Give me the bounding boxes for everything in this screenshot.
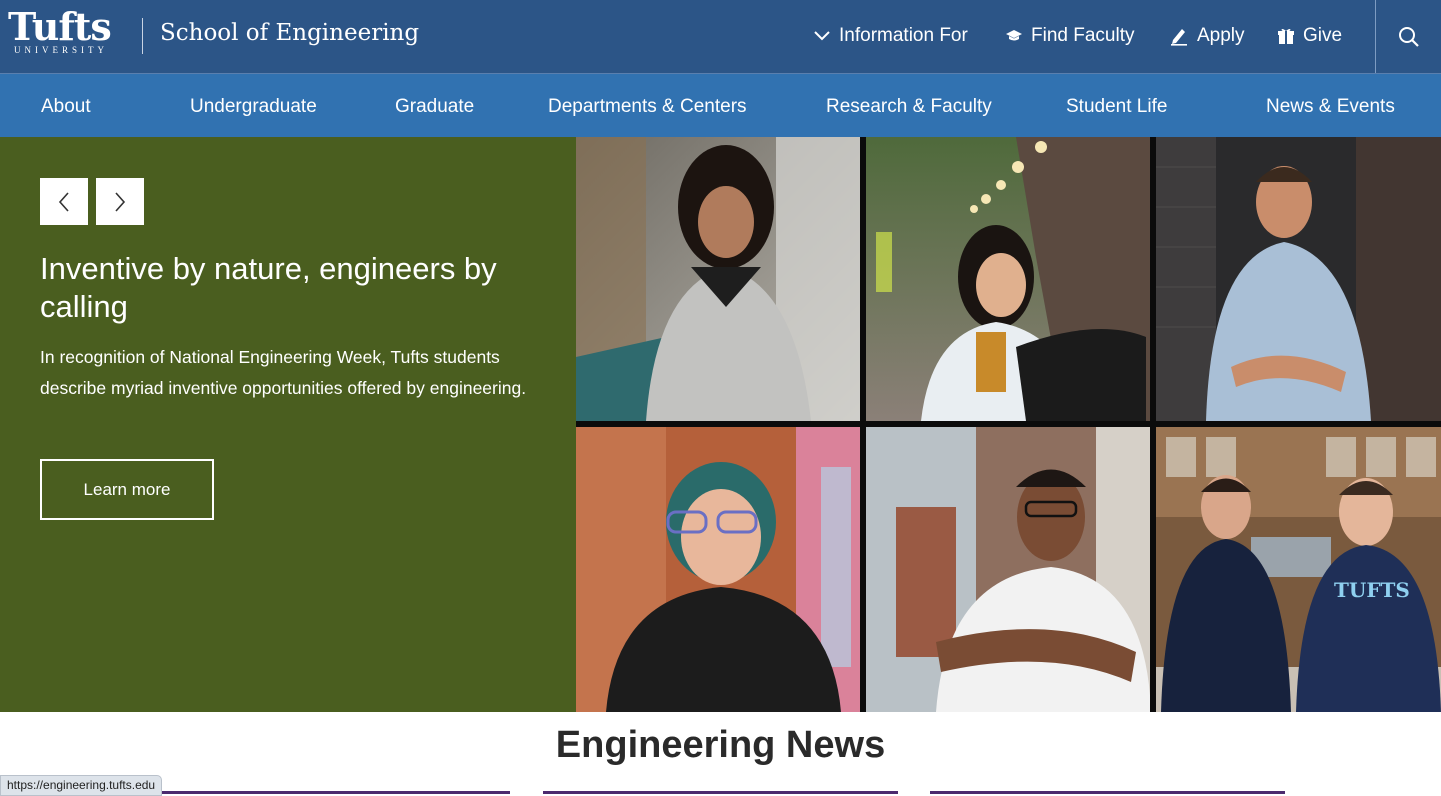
find-faculty-link[interactable]: Find Faculty (1005, 25, 1134, 47)
carousel-prev-button[interactable] (40, 178, 88, 225)
logo-wordmark: Tufts (8, 4, 112, 49)
nav-item-graduate[interactable]: Graduate (395, 96, 474, 118)
engineering-news-heading: Engineering News (555, 724, 886, 766)
hero-description: In recognition of National Engineering W… (40, 347, 527, 398)
hero-photo-collage: TUFTS (576, 137, 1441, 712)
student-portrait-photo (866, 427, 1150, 712)
chevron-down-icon (814, 31, 830, 41)
search-icon (1399, 26, 1419, 47)
gift-icon (1278, 28, 1294, 44)
status-bar-url: https://engineering.tufts.edu (0, 775, 163, 796)
information-for-dropdown[interactable]: Information For (813, 25, 968, 47)
chevron-right-icon (115, 191, 126, 212)
find-faculty-label: Find Faculty (1031, 25, 1135, 46)
apply-label: Apply (1197, 25, 1245, 46)
logo-subtext: UNIVERSITY (14, 45, 108, 55)
graduation-cap-icon (1006, 30, 1022, 41)
information-for-label: Information For (839, 25, 968, 46)
hero-title: Inventive by nature, engineers by callin… (40, 251, 497, 324)
nav-item-undergraduate[interactable]: Undergraduate (190, 96, 317, 118)
tufts-logo[interactable]: Tufts UNIVERSITY (8, 4, 112, 56)
chevron-left-icon (58, 191, 69, 212)
search-button[interactable] (1375, 0, 1441, 73)
student-portrait-photo (1156, 137, 1441, 421)
school-name-link[interactable]: School of Engineering (160, 20, 419, 46)
svg-text:TUFTS: TUFTS (1334, 578, 1410, 602)
learn-more-button[interactable]: Learn more (40, 459, 214, 520)
student-portrait-photo (576, 137, 860, 421)
nav-item-news-events[interactable]: News & Events (1266, 96, 1395, 118)
nav-item-about[interactable]: About (41, 96, 91, 118)
top-header: Tufts UNIVERSITY School of Engineering I… (0, 0, 1441, 74)
main-navigation: About Undergraduate Graduate Departments… (0, 74, 1441, 137)
carousel-next-button[interactable] (96, 178, 144, 225)
apply-link[interactable]: Apply (1169, 25, 1245, 47)
hero-panel: Inventive by nature, engineers by callin… (0, 137, 576, 712)
logo-divider (142, 18, 143, 54)
students-in-lab-photo: TUFTS (1156, 427, 1441, 712)
nav-item-departments-centers[interactable]: Departments & Centers (548, 96, 747, 118)
give-label: Give (1303, 25, 1343, 46)
nav-item-research-faculty[interactable]: Research & Faculty (826, 96, 992, 118)
give-link[interactable]: Give (1277, 25, 1342, 47)
pencil-icon (1171, 29, 1187, 46)
nav-item-student-life[interactable]: Student Life (1066, 96, 1167, 118)
student-portrait-photo (576, 427, 860, 712)
student-portrait-photo (866, 137, 1150, 421)
